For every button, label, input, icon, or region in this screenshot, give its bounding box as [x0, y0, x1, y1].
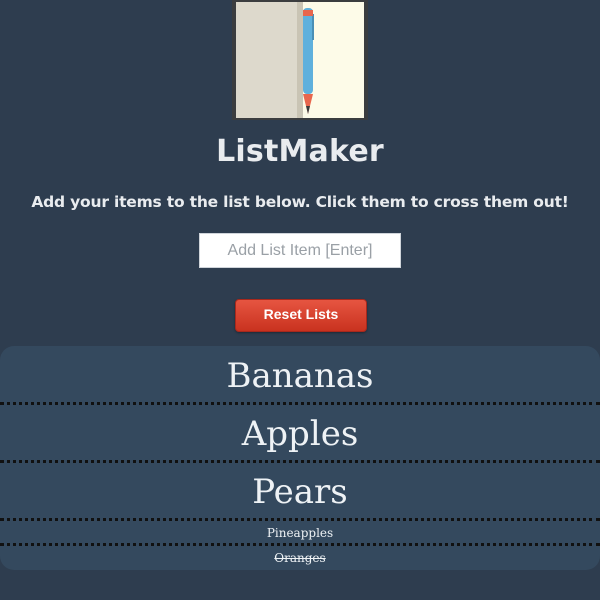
list-item[interactable]: Bananas [0, 346, 600, 405]
app-title: ListMaker [216, 134, 384, 169]
add-item-input[interactable] [199, 233, 401, 268]
instructions-text: Add your items to the list below. Click … [31, 193, 569, 211]
listmaker-page: ListMaker Add your items to the list bel… [0, 0, 600, 600]
reset-lists-button[interactable]: Reset Lists [235, 299, 367, 332]
list-item-label: Oranges [274, 551, 326, 565]
list-item[interactable]: Pears [0, 463, 600, 521]
list-item[interactable]: Apples [0, 405, 600, 463]
list-item-crossed[interactable]: Oranges [0, 546, 600, 570]
list-item-label: Pineapples [266, 526, 334, 540]
list-item[interactable]: Pineapples [0, 521, 600, 546]
items-list: Bananas Apples Pears Pineapples Oranges [0, 346, 600, 570]
list-item-label: Pears [252, 472, 348, 512]
list-item-label: Bananas [226, 356, 374, 396]
notebook-with-pen-icon [232, 0, 368, 120]
list-item-label: Apples [241, 414, 359, 454]
